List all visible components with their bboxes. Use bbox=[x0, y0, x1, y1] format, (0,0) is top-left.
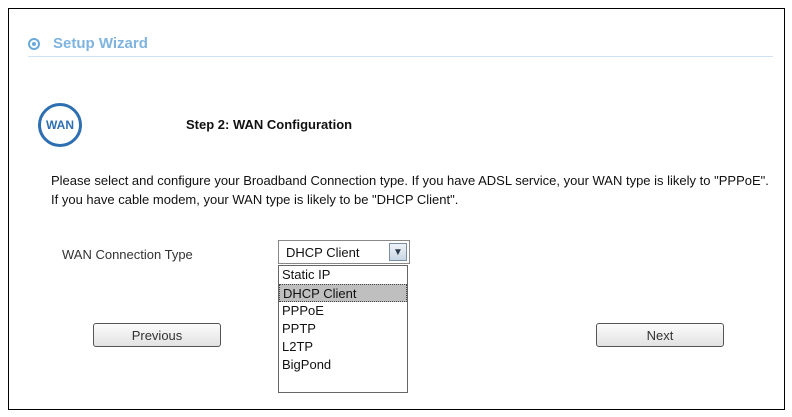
next-button[interactable]: Next bbox=[596, 323, 724, 347]
step-description: Please select and configure your Broadba… bbox=[51, 173, 769, 207]
option-l2tp[interactable]: L2TP bbox=[279, 338, 407, 356]
wan-icon: WAN bbox=[38, 103, 82, 147]
wan-connection-type-select[interactable]: DHCP Client ▼ bbox=[278, 240, 410, 264]
header-divider bbox=[28, 56, 773, 57]
option-bigpond[interactable]: BigPond bbox=[279, 356, 407, 374]
wan-connection-type-label: WAN Connection Type bbox=[62, 247, 193, 262]
option-pptp[interactable]: PPTP bbox=[279, 320, 407, 338]
wan-type-dropdown-list: Static IP DHCP Client PPPoE PPTP L2TP Bi… bbox=[278, 265, 408, 393]
previous-button[interactable]: Previous bbox=[93, 323, 221, 347]
option-dhcp-client[interactable]: DHCP Client bbox=[279, 284, 407, 302]
option-static-ip[interactable]: Static IP bbox=[279, 266, 407, 284]
step-title: Step 2: WAN Configuration bbox=[186, 117, 353, 132]
wizard-header: Setup Wizard bbox=[28, 35, 148, 52]
page-title: Setup Wizard bbox=[53, 35, 148, 52]
option-pppoe[interactable]: PPPoE bbox=[279, 302, 407, 320]
chevron-down-icon[interactable]: ▼ bbox=[389, 243, 407, 261]
wan-badge-text: WAN bbox=[46, 118, 74, 132]
select-current-value: DHCP Client bbox=[286, 244, 360, 260]
target-icon bbox=[28, 37, 40, 50]
